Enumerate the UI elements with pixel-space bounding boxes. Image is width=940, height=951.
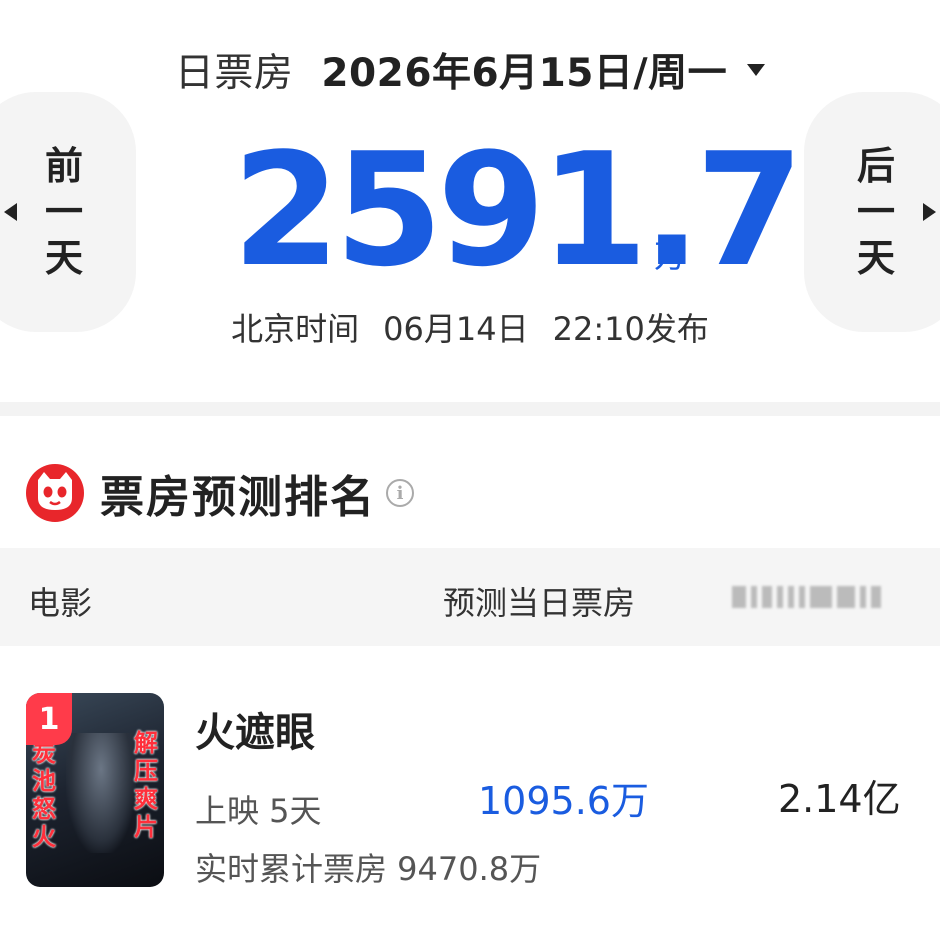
forecast-box-office: 1095.6万 [478, 779, 649, 823]
publish-clock: 22:10发布 [552, 310, 709, 348]
release-days: 上映 5天 [195, 792, 322, 830]
movie-poster[interactable]: 1 炭池怒火 解压爽片 [26, 693, 164, 887]
movie-title[interactable]: 火遮眼 [195, 700, 315, 758]
poster-tagline-right: 解压爽片 [134, 729, 158, 841]
date-selector[interactable]: 日票房 2026年6月15日/周一 [0, 40, 940, 100]
poster-tagline-left: 炭池怒火 [32, 739, 56, 851]
arrow-right-icon [923, 203, 936, 221]
prev-day-label: 前一天 [44, 144, 83, 280]
column-movie: 电影 [28, 584, 93, 622]
cumulative-box-office: 实时累计票房 9470.8万 [195, 850, 542, 888]
cat-logo-icon [26, 464, 84, 522]
ranking-title: 票房预测排名 [100, 472, 376, 523]
rank-badge: 1 [26, 693, 72, 745]
info-icon[interactable]: i [386, 479, 414, 507]
total-box-office-unit: 万 [654, 237, 687, 275]
selected-date[interactable]: 2026年6月15日/周一 [321, 42, 727, 98]
third-column-value: 2.14亿 [778, 777, 901, 821]
column-blurred [732, 584, 892, 610]
dropdown-caret-icon[interactable] [747, 64, 766, 76]
table-header: 电影 预测当日票房 [0, 548, 940, 646]
publish-prefix: 北京时间 [231, 310, 360, 348]
publish-date: 06月14日 [383, 310, 529, 348]
total-box-office: 2591.7 [232, 119, 804, 301]
column-forecast: 预测当日票房 [443, 584, 636, 622]
prev-day-button[interactable]: 前一天 [0, 92, 136, 332]
table-row[interactable]: 1 炭池怒火 解压爽片 火遮眼 上映 5天 实时累计票房 9470.8万 109… [0, 690, 940, 890]
poster-figure [66, 733, 136, 853]
publish-time: 北京时间 06月14日 22:10发布 [0, 304, 940, 350]
section-divider [0, 402, 940, 416]
next-day-button[interactable]: 后一天 [804, 92, 940, 332]
next-day-label: 后一天 [856, 144, 895, 280]
arrow-left-icon [4, 203, 17, 221]
daily-box-office-label: 日票房 [174, 51, 294, 96]
ranking-header: 票房预测排名 i [26, 460, 414, 526]
